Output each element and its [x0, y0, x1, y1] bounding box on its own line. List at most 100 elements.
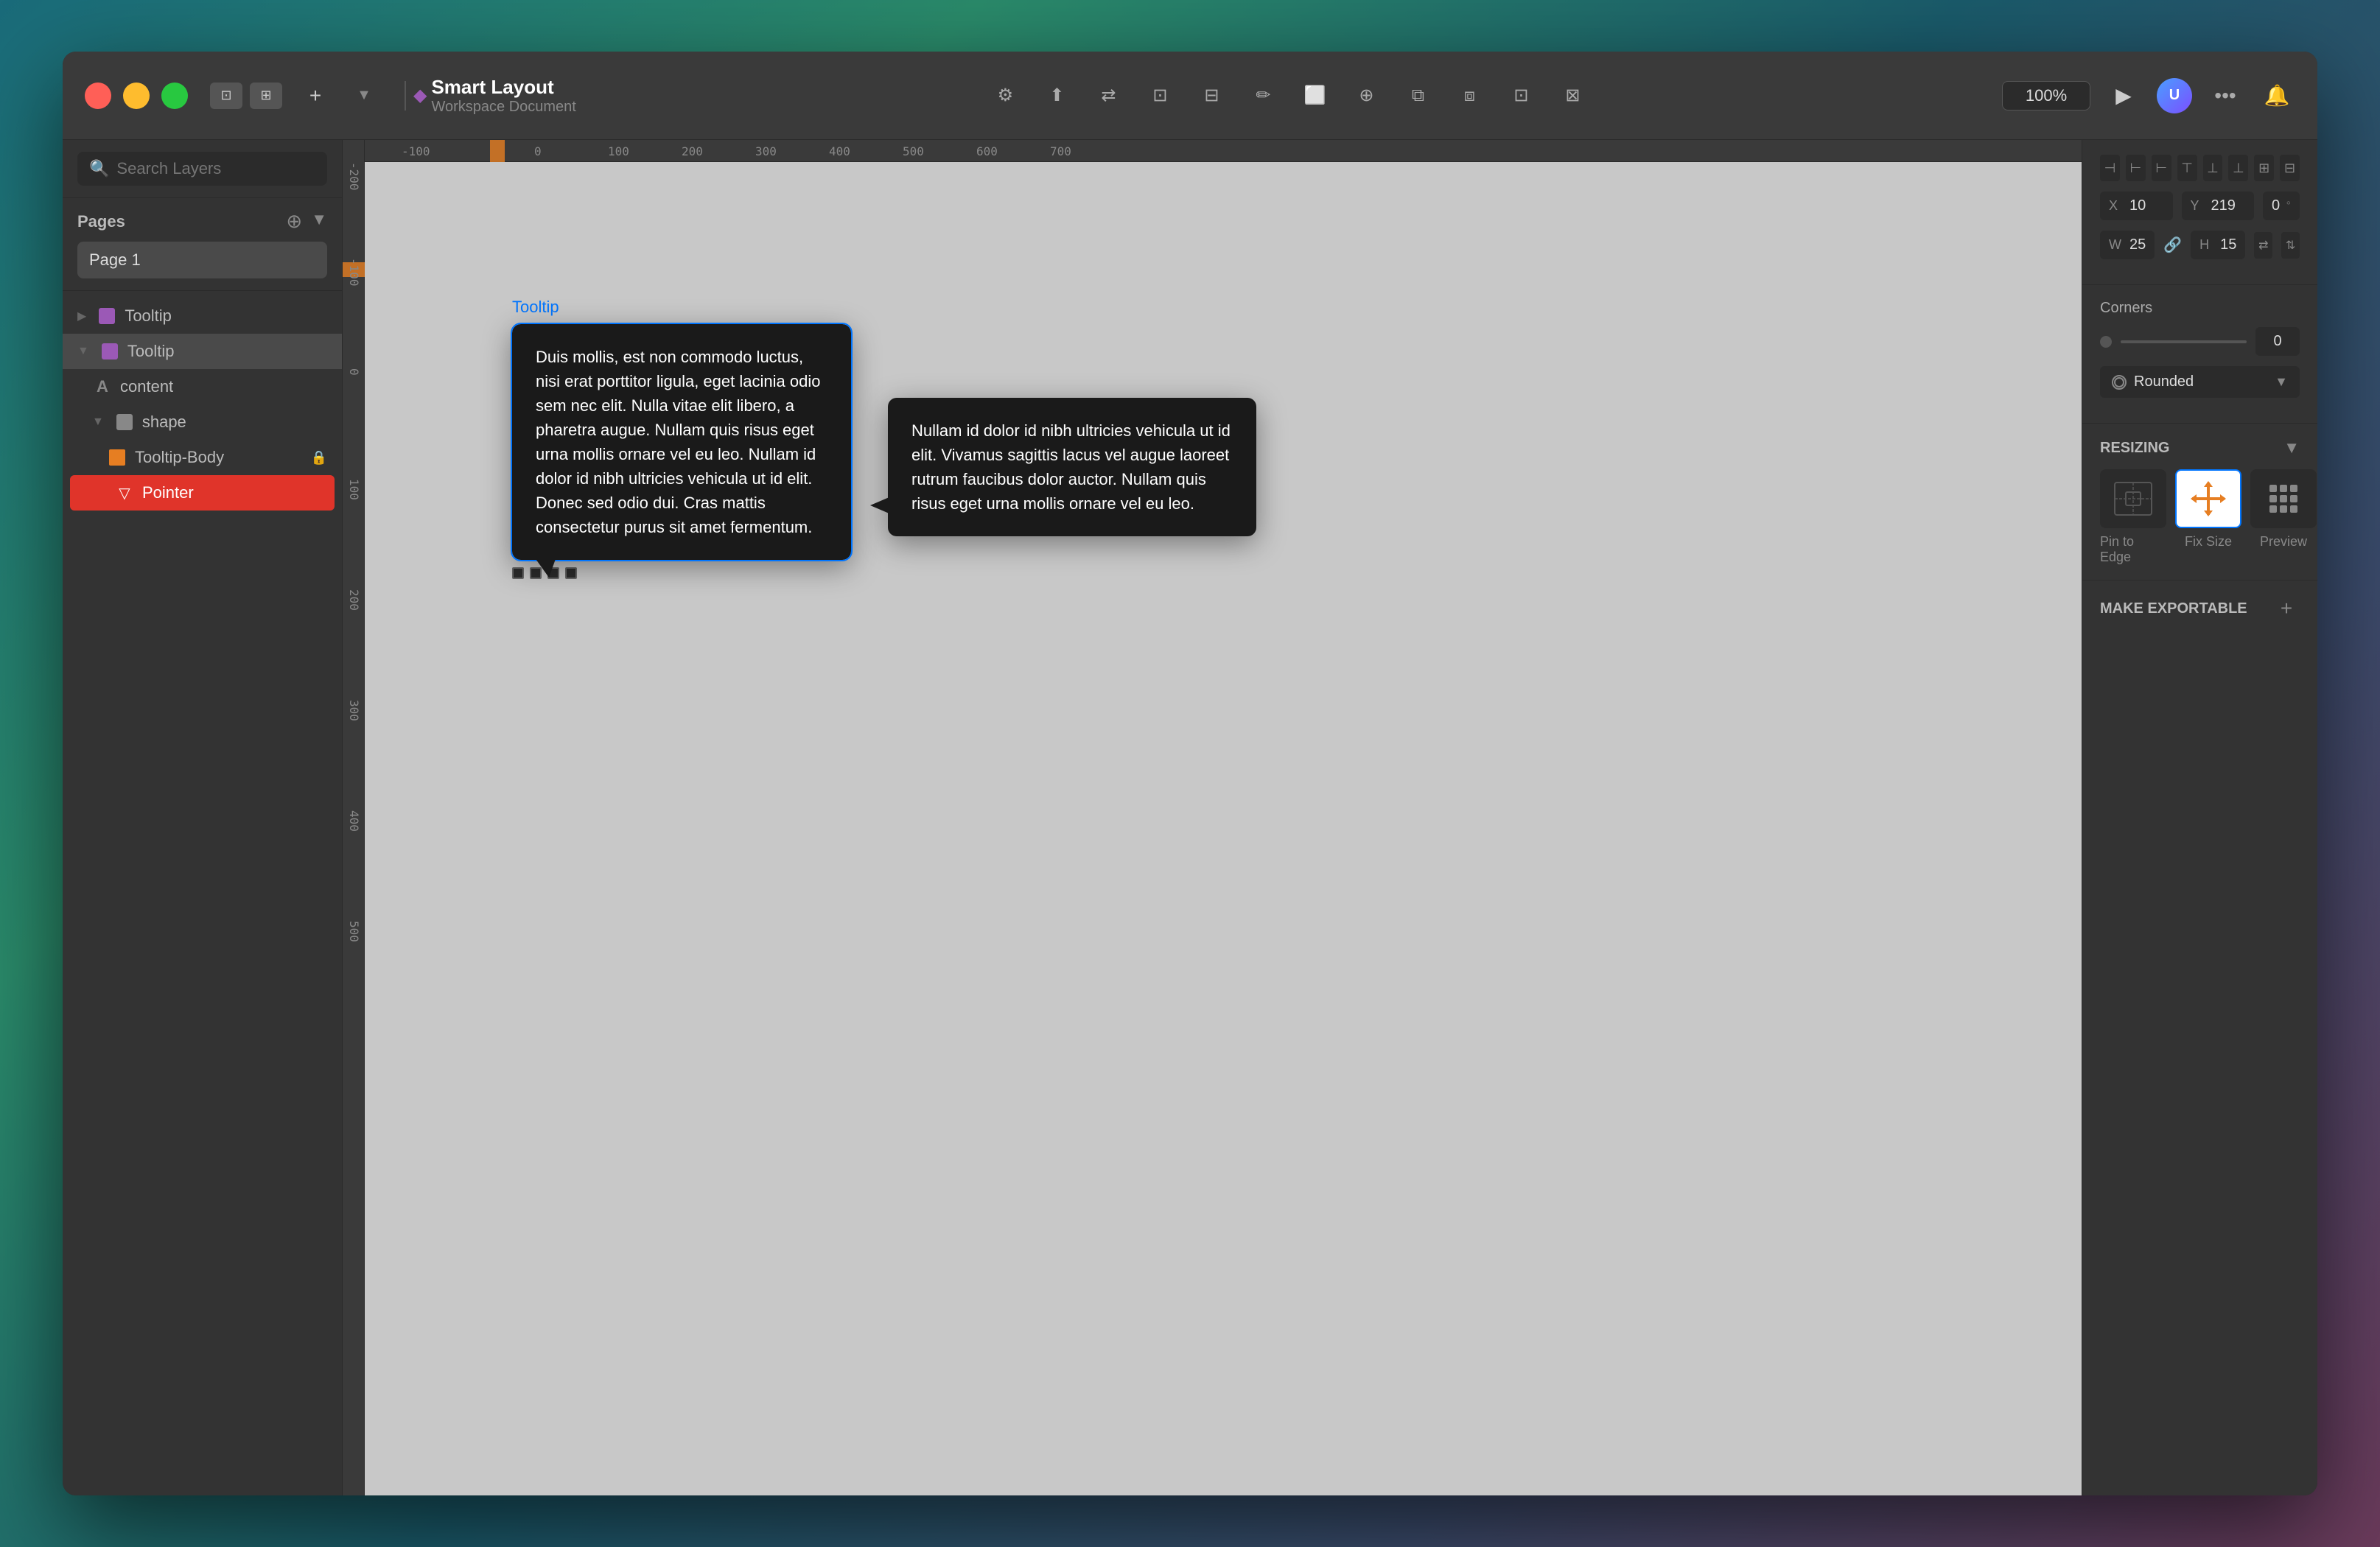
flip-h-btn[interactable]: ⇄ [2254, 232, 2272, 259]
pointer-icon: ▽ [114, 483, 135, 503]
minimize-button[interactable] [123, 83, 150, 109]
toolbar-right: 100% ▶ U ••• 🔔 [2002, 78, 2295, 113]
selection-handles [512, 567, 851, 579]
settings-icon[interactable]: ⚙ [987, 80, 1023, 112]
tooltip-2[interactable]: Nullam id dolor id nibh ultricies vehicu… [888, 398, 1256, 536]
notifications-btn[interactable]: 🔔 [2258, 80, 2295, 112]
grid-view-btn[interactable]: ⊞ [250, 83, 282, 109]
preview-option: Preview [2250, 469, 2317, 565]
xy-row: X 10 Y 219 0 ° [2100, 192, 2300, 220]
transfer-icon[interactable]: ⇄ [1090, 80, 1127, 112]
h-field[interactable]: H 15 [2191, 231, 2245, 259]
sidebar-item-tooltip-body[interactable]: Tooltip-Body 🔒 [63, 440, 342, 475]
search-input-wrapper: 🔍 [77, 152, 327, 186]
close-button[interactable] [85, 83, 111, 109]
fix-size-icon [2192, 483, 2225, 515]
tooltip-1-pointer [534, 557, 556, 578]
copy-icon[interactable]: ⧉ [1399, 80, 1436, 112]
align-left-btn[interactable]: ⊣ [2100, 155, 2120, 181]
y-label: Y [2191, 198, 2205, 214]
y-field[interactable]: Y 219 [2182, 192, 2255, 220]
add-button[interactable]: + [297, 80, 334, 112]
tooltip-1-container[interactable]: Tooltip Duis mollis, est non commodo luc… [512, 324, 851, 579]
layer-view-btn[interactable]: ⊡ [210, 83, 242, 109]
collapse-arrow-1: ▶ [77, 309, 86, 323]
collapse-arrow-shape: ▼ [92, 415, 104, 429]
corners-slider[interactable] [2121, 340, 2247, 343]
corner-type-select[interactable]: Rounded ▼ [2100, 366, 2300, 398]
preview-btn[interactable] [2250, 469, 2317, 528]
distribute-v-btn[interactable]: ⊟ [2280, 155, 2300, 181]
ruler-mark-300: 300 [755, 144, 777, 158]
align-bottom-btn[interactable]: ⊥ [2228, 155, 2248, 181]
corner-dot [2100, 336, 2112, 348]
link-proportions-btn[interactable]: 🔗 [2163, 236, 2182, 254]
tooltip-2-text: Nullam id dolor id nibh ultricies vehicu… [911, 421, 1231, 513]
make-exportable-label: MAKE EXPORTABLE [2100, 600, 2247, 617]
shape-icon[interactable]: ⬜ [1296, 80, 1333, 112]
sidebar-item-tooltip-1[interactable]: ▶ Tooltip [63, 298, 342, 334]
handle-4 [565, 567, 577, 579]
sidebar-item-content[interactable]: A content [63, 369, 342, 404]
corners-label: Corners [2100, 300, 2300, 317]
ruler-mark-0: 0 [534, 144, 542, 158]
sidebar-item-shape[interactable]: ▼ shape [63, 404, 342, 440]
traffic-lights [85, 83, 188, 109]
align-center-v-btn[interactable]: ⊥ [2203, 155, 2223, 181]
sidebar-item-pointer[interactable]: ▽ Pointer [70, 475, 335, 511]
rotation-field[interactable]: 0 ° [2263, 192, 2300, 220]
layers-list: ▶ Tooltip ▼ Tooltip A co [63, 291, 342, 1495]
title-center: ⚙ ⬆ ⇄ ⊡ ⊟ ✏ ⬜ ⊕ ⧉ ⧈ ⊡ ⊠ [576, 80, 2002, 112]
canvas-area[interactable]: -100 0 100 200 300 400 500 600 700 -200 … [343, 140, 2082, 1495]
h-value: 15 [2220, 236, 2236, 253]
resizing-options: Pin to Edge [2100, 469, 2300, 565]
w-field[interactable]: W 25 [2100, 231, 2155, 259]
crop-icon[interactable]: ⊡ [1141, 80, 1178, 112]
layer-label-content: content [120, 377, 173, 396]
align-right-btn[interactable]: ⊢ [2152, 155, 2171, 181]
ruler-mark-v-100: 100 [347, 479, 361, 500]
add-page-btn[interactable]: ⊕ [286, 210, 302, 233]
fix-size-option: Fix Size [2175, 469, 2241, 565]
x-field[interactable]: X 10 [2100, 192, 2173, 220]
left-sidebar: 🔍 Pages ⊕ ▼ Page 1 ▶ [63, 140, 343, 1495]
paste-icon[interactable]: ⧈ [1451, 80, 1488, 112]
handle-1 [512, 567, 524, 579]
more-options-btn[interactable]: ••• [2207, 80, 2244, 112]
pin-to-edge-btn[interactable] [2100, 469, 2166, 528]
more-icon[interactable]: ⊡ [1502, 80, 1539, 112]
pages-collapse-btn[interactable]: ▼ [311, 210, 327, 233]
corners-value[interactable]: 0 [2255, 327, 2300, 356]
component-icon-2 [99, 341, 120, 362]
upload-icon[interactable]: ⬆ [1038, 80, 1075, 112]
distribute-h-btn[interactable]: ⊞ [2254, 155, 2274, 181]
ruler-mark-600: 600 [976, 144, 998, 158]
frame-icon[interactable]: ⊟ [1193, 80, 1230, 112]
page-item[interactable]: Page 1 [77, 242, 327, 278]
pen-icon[interactable]: ✏ [1245, 80, 1281, 112]
align-top-btn[interactable]: ⊤ [2177, 155, 2197, 181]
pages-header: Pages ⊕ ▼ [77, 210, 327, 233]
link-icon[interactable]: ⊠ [1554, 80, 1591, 112]
canvas-work-area[interactable]: Tooltip Duis mollis, est non commodo luc… [365, 162, 2082, 1495]
align-center-h-btn[interactable]: ⊢ [2126, 155, 2146, 181]
ruler-mark-100: 100 [608, 144, 629, 158]
flip-v-btn[interactable]: ⇅ [2281, 232, 2300, 259]
search-input[interactable] [116, 159, 329, 178]
layer-label-tooltip-body: Tooltip-Body [135, 448, 224, 467]
zoom-display[interactable]: 100% [2002, 81, 2090, 110]
add-dropdown[interactable]: ▼ [346, 80, 382, 112]
tooltip-1[interactable]: Duis mollis, est non commodo luctus, nis… [512, 324, 851, 560]
play-button[interactable]: ▶ [2105, 80, 2142, 112]
add-export-btn[interactable]: + [2273, 595, 2300, 622]
fix-size-btn[interactable] [2175, 469, 2241, 528]
group-icon-shape [114, 412, 135, 432]
arrange-icon[interactable]: ⊕ [1348, 80, 1385, 112]
resizing-label: RESIZING [2100, 440, 2169, 457]
corners-slider-wrapper: 0 [2100, 327, 2300, 356]
layer-label-tooltip-2: Tooltip [127, 342, 175, 361]
tooltip-2-container[interactable]: Nullam id dolor id nibh ultricies vehicu… [888, 398, 1256, 536]
maximize-button[interactable] [161, 83, 188, 109]
resizing-collapse-btn[interactable]: ▼ [2283, 438, 2300, 457]
sidebar-item-tooltip-2[interactable]: ▼ Tooltip [63, 334, 342, 369]
